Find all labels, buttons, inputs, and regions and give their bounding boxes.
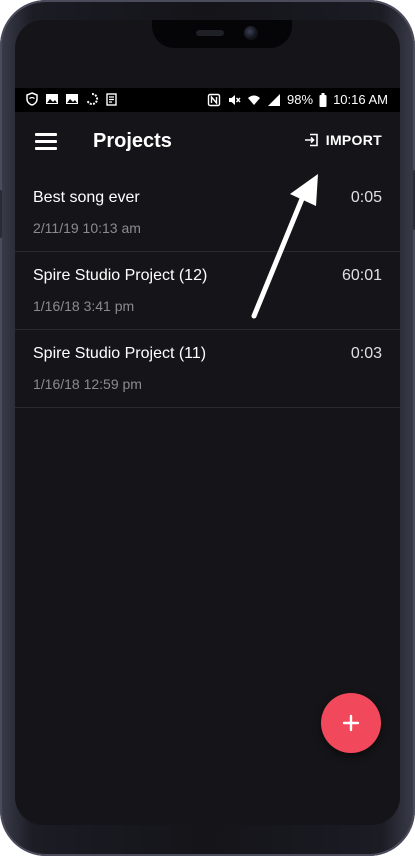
clock: 10:16 AM	[333, 92, 388, 107]
phone-frame: 98% 10:16 AM Projects IMPORT Best song e…	[0, 0, 415, 856]
add-project-button[interactable]	[321, 693, 381, 753]
nfc-icon	[207, 93, 221, 106]
signal-icon	[268, 93, 281, 106]
sync-icon	[86, 92, 99, 105]
volume-button	[0, 190, 2, 238]
page-title: Projects	[93, 130, 172, 152]
project-row[interactable]: Spire Studio Project (12) 1/16/18 3:41 p…	[15, 252, 400, 330]
project-date: 2/11/19 10:13 am	[33, 220, 141, 236]
menu-bar-line	[35, 147, 57, 150]
speaker-grille	[196, 30, 224, 36]
import-label: IMPORT	[325, 132, 382, 148]
image-icon	[46, 94, 58, 104]
status-bar: 98% 10:16 AM	[15, 88, 400, 112]
image-icon	[66, 94, 78, 104]
status-left-icons	[25, 92, 119, 106]
import-icon	[304, 133, 318, 147]
project-title: Spire Studio Project (11)	[33, 345, 207, 362]
project-duration: 60:01	[341, 267, 382, 284]
import-button[interactable]: IMPORT	[304, 132, 382, 148]
menu-bar-line	[35, 133, 57, 136]
plus-icon	[342, 714, 360, 732]
project-date: 1/16/18 3:41 pm	[33, 298, 135, 314]
wifi-icon	[248, 95, 261, 105]
screen: 98% 10:16 AM Projects IMPORT Best song e…	[15, 20, 400, 825]
project-title: Spire Studio Project (12)	[33, 267, 208, 284]
battery-icon	[319, 92, 327, 107]
project-duration: 0:03	[350, 345, 382, 362]
clipboard-icon	[106, 93, 117, 106]
menu-button[interactable]	[35, 133, 57, 151]
project-title: Best song ever	[33, 189, 140, 206]
notch	[152, 20, 292, 48]
mute-icon	[229, 94, 241, 105]
app-bar: Projects IMPORT	[15, 112, 400, 174]
project-list: Best song ever 2/11/19 10:13 am 0:05 Spi…	[15, 174, 400, 408]
project-duration: 0:05	[350, 189, 382, 206]
front-camera	[244, 26, 258, 40]
status-right-icons: 98% 10:16 AM	[207, 92, 388, 107]
project-date: 1/16/18 12:59 pm	[33, 376, 142, 392]
shield-icon	[26, 92, 38, 106]
project-row[interactable]: Best song ever 2/11/19 10:13 am 0:05	[15, 174, 400, 252]
menu-bar-line	[35, 140, 57, 143]
project-row[interactable]: Spire Studio Project (11) 1/16/18 12:59 …	[15, 330, 400, 408]
battery-percent: 98%	[287, 92, 314, 107]
